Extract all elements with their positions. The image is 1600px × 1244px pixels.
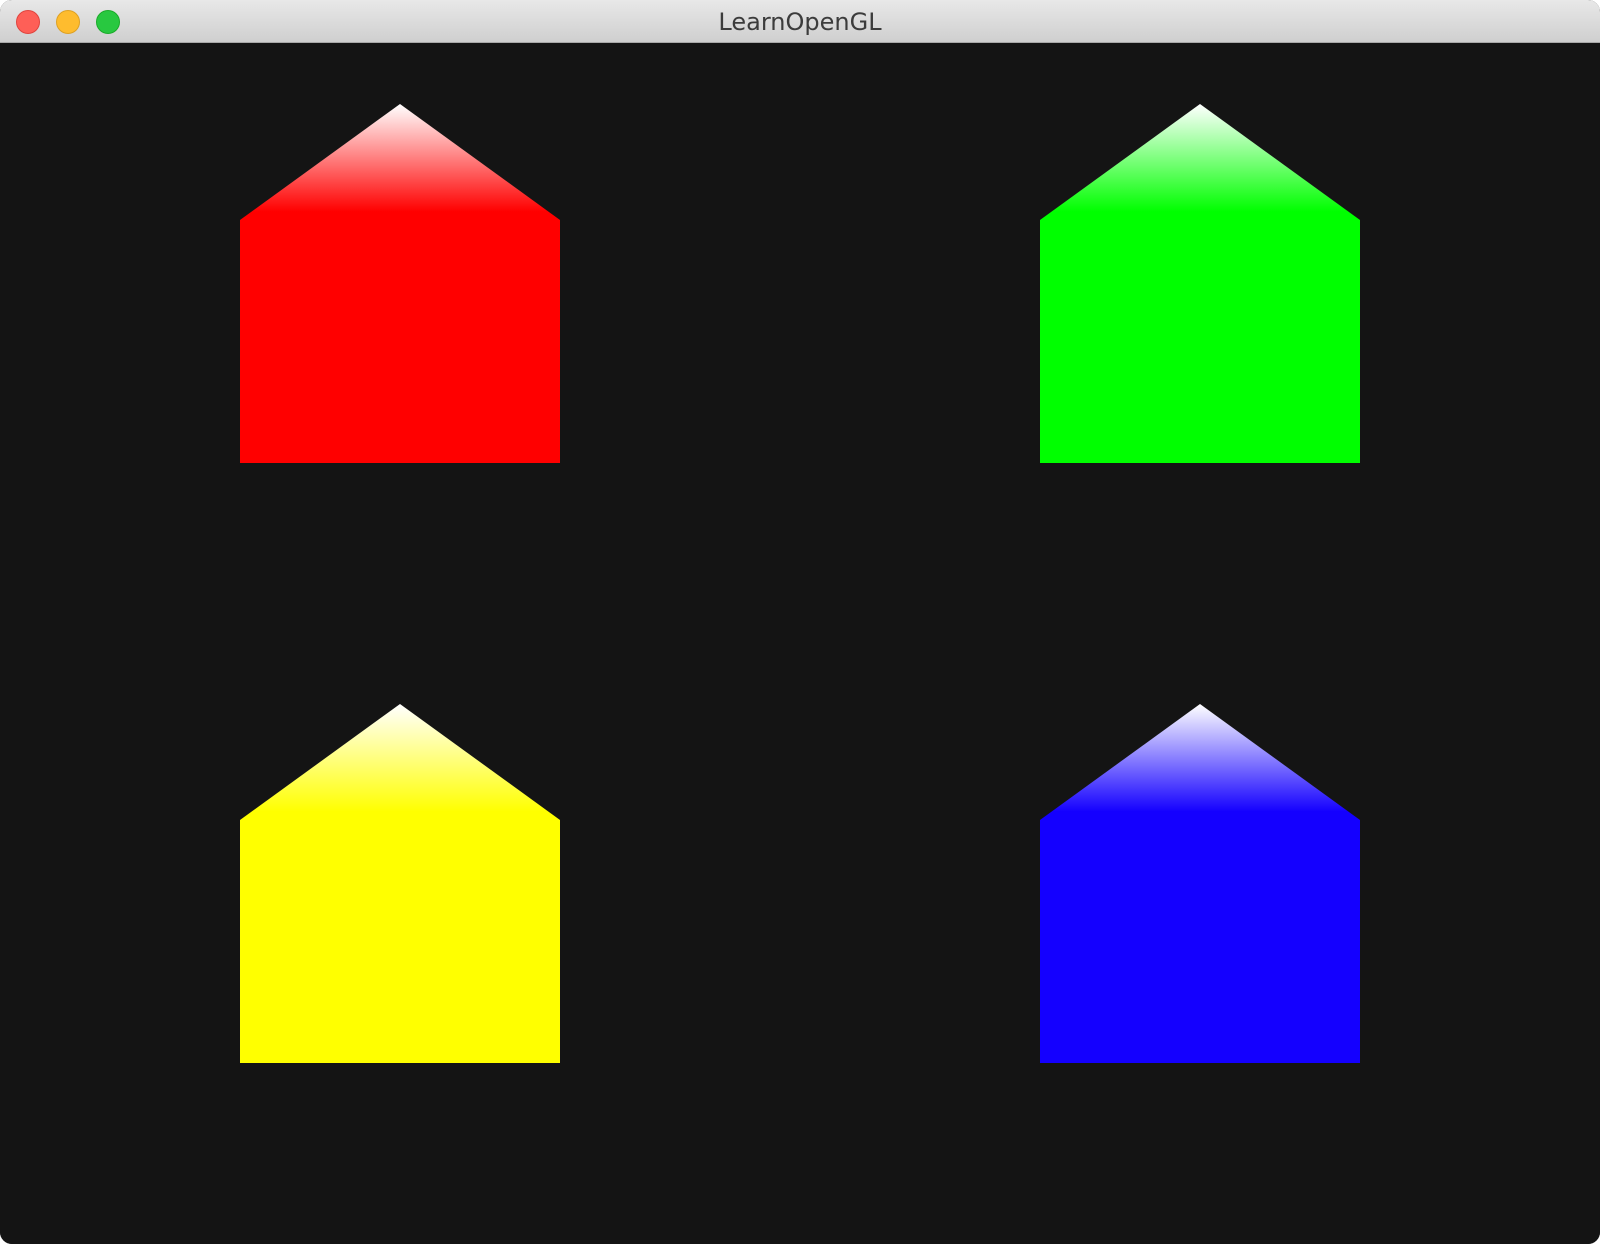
yellow-house [240,704,560,1063]
title-bar[interactable]: LearnOpenGL [0,0,1600,43]
blue-house [1040,704,1360,1063]
scene-canvas [240,104,1360,1063]
window-title: LearnOpenGL [718,8,882,36]
green-house [1040,104,1360,463]
app-window: LearnOpenGL [0,0,1600,1244]
red-house [240,104,560,463]
opengl-viewport[interactable] [0,43,1600,1244]
